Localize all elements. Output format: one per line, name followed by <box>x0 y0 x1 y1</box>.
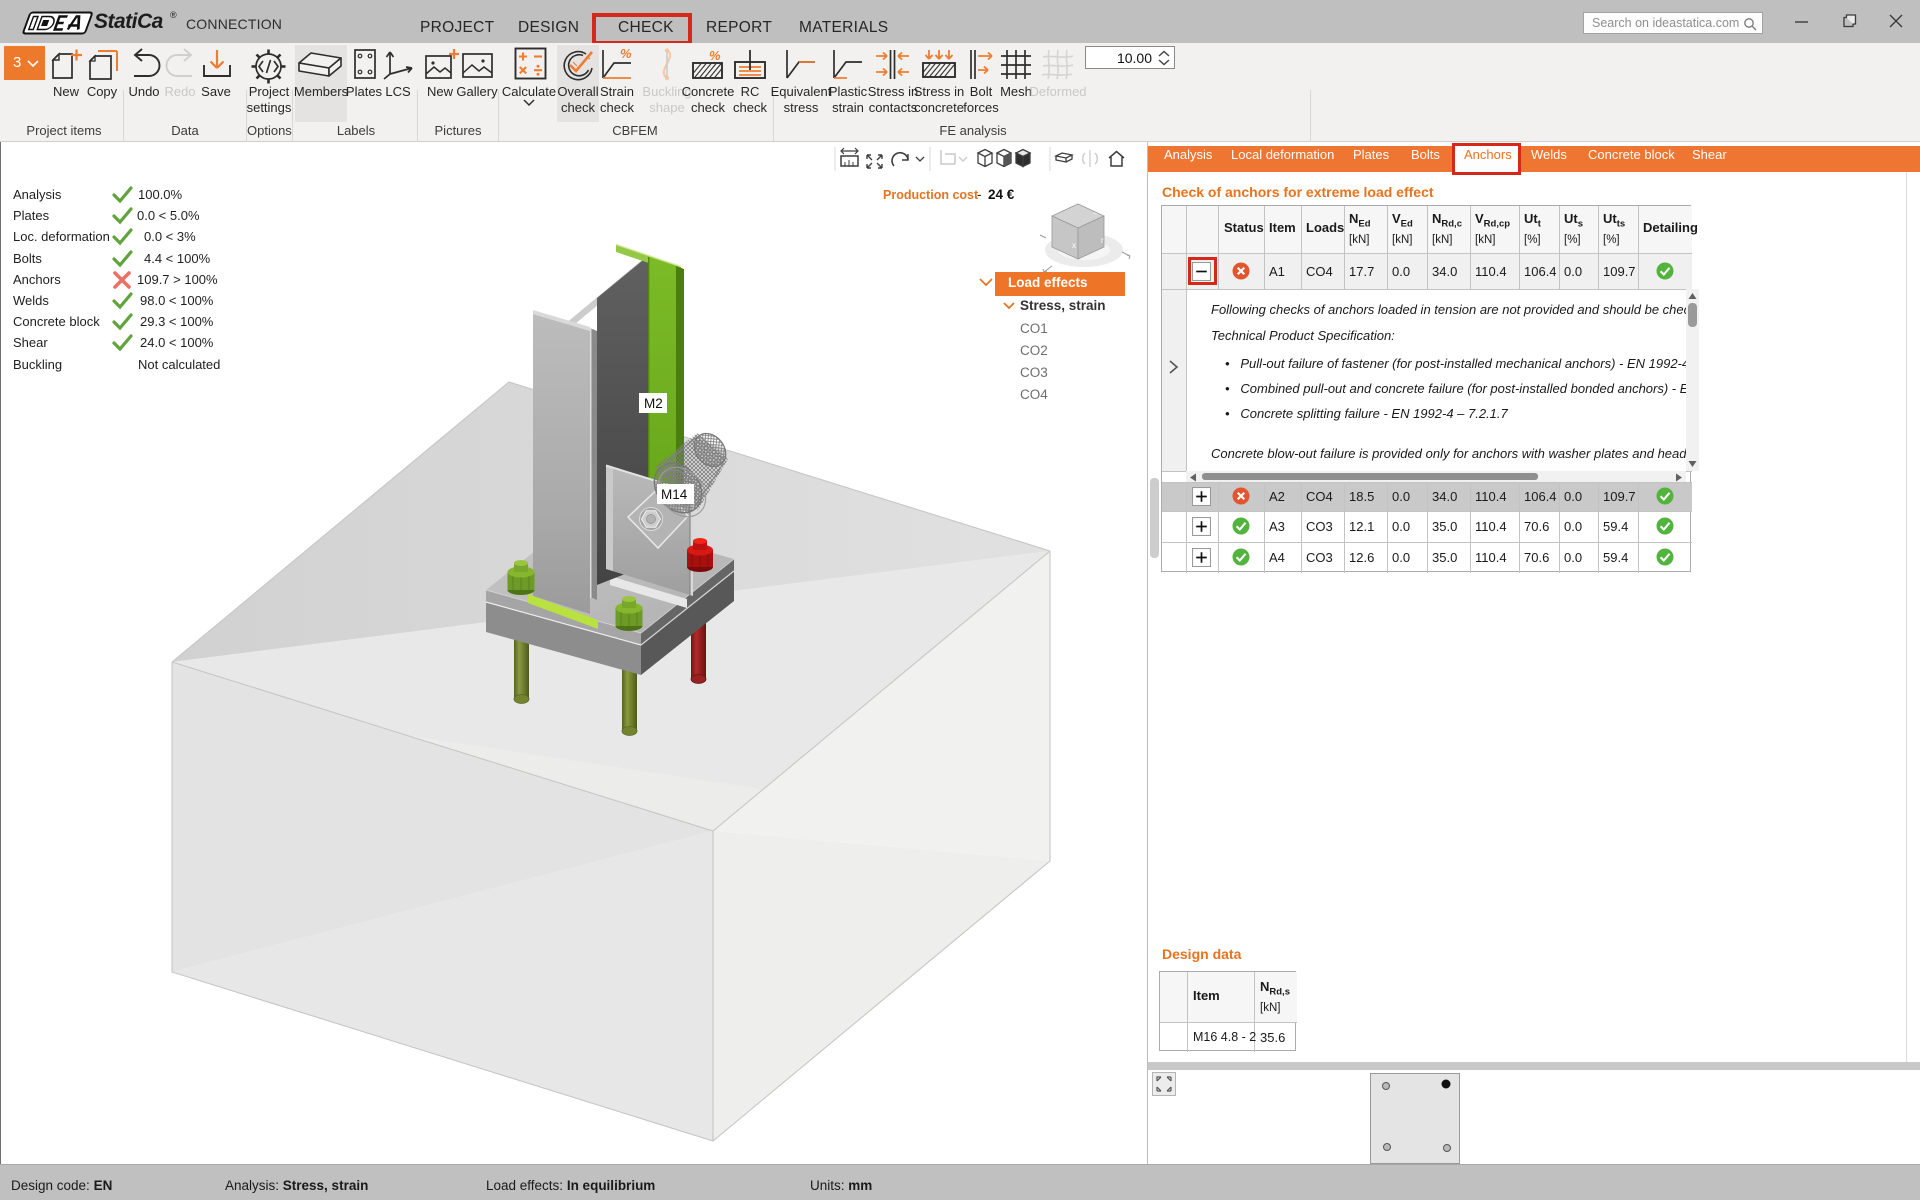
svg-text:%: % <box>709 48 721 63</box>
svg-text:r: r <box>1101 236 1104 245</box>
svg-text:%: % <box>620 48 632 61</box>
svg-text:M14: M14 <box>661 487 688 502</box>
svg-text:~: ~ <box>1093 211 1097 218</box>
svg-text:M2: M2 <box>644 396 663 411</box>
svg-text:x: x <box>1072 241 1076 250</box>
